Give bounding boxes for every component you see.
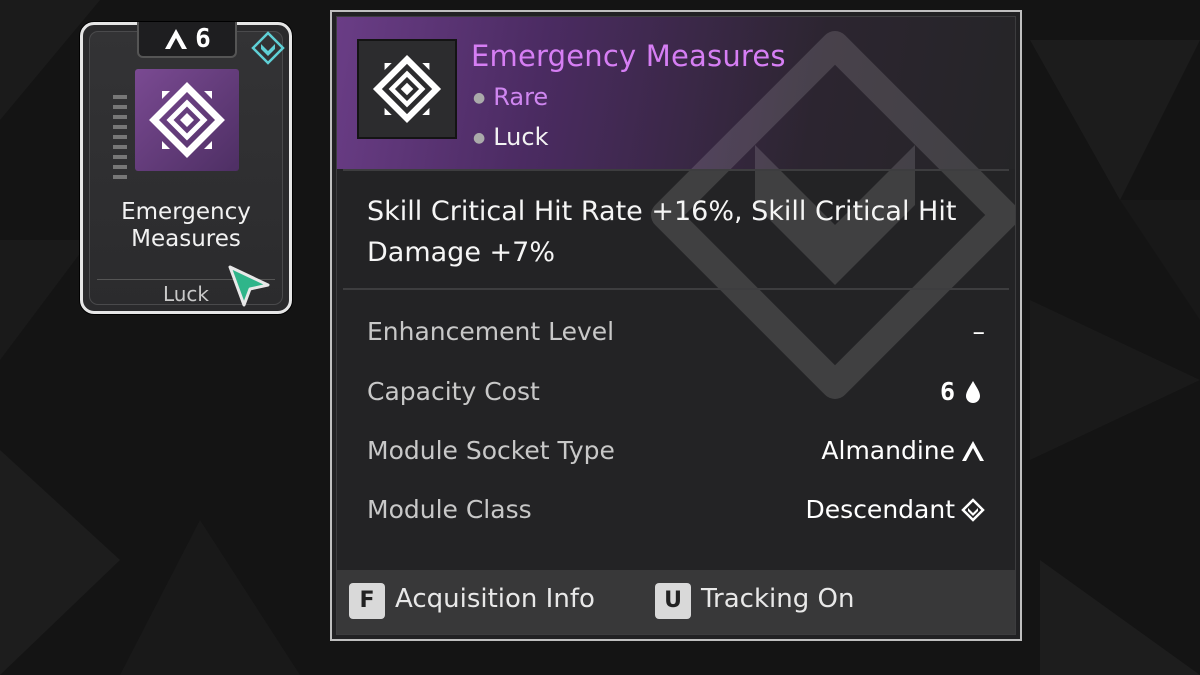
descendant-class-icon (961, 497, 985, 522)
rarity-tag: ● Rare (473, 83, 549, 111)
almandine-socket-icon (165, 29, 188, 49)
stat-capacity-cost: Capacity Cost 6 (367, 377, 985, 417)
almandine-socket-icon (962, 440, 984, 461)
stat-value: – (972, 317, 986, 346)
module-effect-text: Skill Critical Hit Rate +16%, Skill Crit… (367, 196, 957, 268)
stat-label: Module Class (367, 495, 532, 524)
mouse-cursor-icon (228, 265, 270, 307)
stat-module-class: Module Class Descendant (367, 495, 985, 535)
divider (343, 169, 1009, 171)
stat-enhancement-level: Enhancement Level – (367, 317, 985, 357)
divider (343, 288, 1009, 290)
card-cost-tab: 6 (137, 22, 237, 58)
key-hint-u[interactable]: U (655, 583, 691, 619)
stat-value: Almandine (821, 436, 955, 465)
acquisition-info-button[interactable]: Acquisition Info (395, 584, 595, 614)
stat-label: Enhancement Level (367, 317, 615, 346)
stat-value: 6 (939, 377, 955, 406)
emergency-measures-emblem-icon (149, 82, 225, 158)
tooltip-footer: F Acquisition Info U Tracking On (337, 570, 1015, 634)
descendant-class-icon (251, 31, 285, 65)
card-module-name: Emergency Measures (121, 199, 251, 252)
stat-module-socket-type: Module Socket Type Almandine (367, 436, 985, 476)
key-hint-f[interactable]: F (349, 583, 385, 619)
card-capacity-cost: 6 (195, 24, 211, 54)
tooltip-module-icon (357, 39, 457, 139)
tracking-toggle-button[interactable]: Tracking On (701, 584, 854, 614)
emergency-measures-emblem-icon (372, 54, 442, 124)
tooltip-title: Emergency Measures (471, 39, 786, 73)
stat-value: Descendant (805, 495, 955, 524)
stat-label: Capacity Cost (367, 377, 540, 406)
module-art (135, 69, 239, 171)
module-tooltip: Emergency Measures ● Rare ● Luck Skill Cri… (330, 10, 1022, 641)
category-tag: ● Luck (473, 123, 549, 151)
drop-icon (966, 380, 980, 403)
stat-label: Module Socket Type (367, 436, 615, 465)
card-side-ticks (113, 95, 127, 191)
